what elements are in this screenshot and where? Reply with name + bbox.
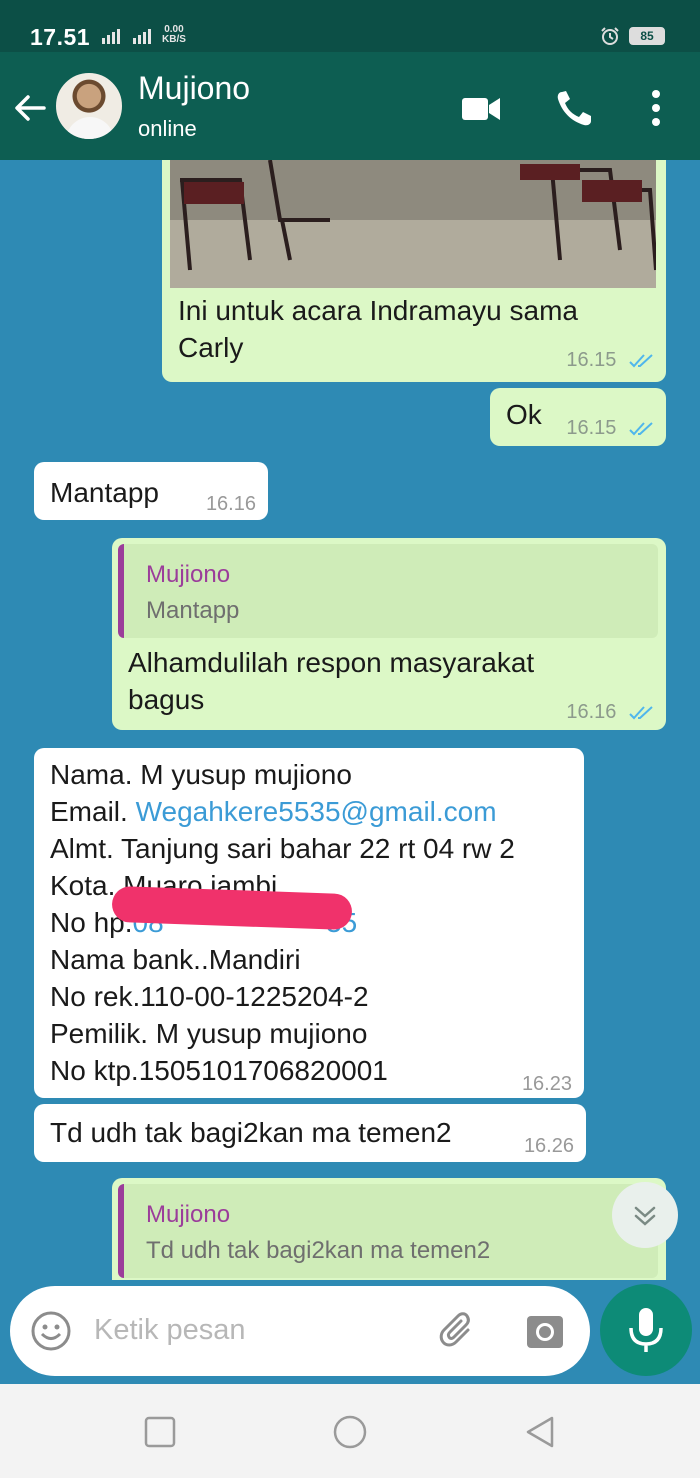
message-bubble-outgoing[interactable]: Ini untuk acara Indramayu sama Carly 16.… — [162, 160, 666, 382]
contact-status: online — [138, 116, 197, 141]
quoted-sender: Mujiono — [146, 1201, 231, 1228]
network-speed: 0.00 KB/S — [162, 25, 186, 45]
quoted-text: Td udh tak bagi2kan ma temen2 — [146, 1237, 491, 1264]
alarm-icon — [601, 27, 619, 45]
message-time: 16.15 — [566, 410, 656, 447]
status-time: 17.51 — [30, 24, 91, 50]
nav-recents-icon[interactable] — [142, 1414, 178, 1450]
mic-icon — [629, 1308, 663, 1352]
message-text: Alhamdulilah respon masyarakat bagus — [128, 647, 535, 715]
message-bubble-incoming[interactable]: Mantapp 16.16 — [34, 462, 268, 520]
quoted-text: Mantapp — [146, 597, 240, 624]
double-check-icon — [629, 421, 653, 436]
detail-line-name: Nama. M yusup mujiono — [50, 759, 352, 790]
detail-line-address: Almt. Tanjung sari bahar 22 rt 04 rw 2 — [50, 833, 515, 864]
quoted-sender: Mujiono — [146, 561, 231, 588]
detail-line-id: No ktp.1505101706820001 — [50, 1055, 388, 1086]
scroll-down-icon — [634, 1206, 656, 1226]
message-input[interactable]: Ketik pesan — [94, 1314, 246, 1347]
attach-icon[interactable] — [438, 1310, 480, 1352]
system-nav-bar — [0, 1384, 700, 1478]
time-text: 16.15 — [566, 417, 617, 439]
message-text: Mantapp — [50, 477, 159, 508]
double-check-icon — [629, 353, 653, 368]
battery-indicator: 85 — [629, 27, 665, 45]
speed-unit: KB/S — [162, 34, 186, 45]
scroll-down-button[interactable] — [612, 1182, 678, 1248]
message-time: 16.23 — [521, 1073, 572, 1095]
detail-line-email: Email. Wegahkere5535@gmail.com — [50, 793, 580, 830]
time-text: 16.15 — [566, 349, 617, 371]
photo-attachment[interactable] — [170, 160, 656, 288]
back-arrow-icon[interactable] — [12, 90, 48, 126]
status-bar: 17.51 0.00 KB/S 85 — [0, 0, 700, 52]
quoted-message[interactable]: Mujiono Td udh tak bagi2kan ma temen2 — [118, 1184, 658, 1278]
video-call-icon[interactable] — [460, 88, 502, 128]
message-time: 16.16 — [205, 493, 256, 515]
contact-name[interactable]: Mujiono — [138, 70, 250, 107]
more-vert-icon[interactable] — [636, 88, 676, 128]
email-link[interactable]: Wegahkere5535@gmail.com — [136, 796, 497, 827]
email-label: Email. — [50, 796, 136, 827]
contact-avatar[interactable] — [55, 72, 123, 140]
detail-line-bank: Nama bank..Mandiri — [50, 944, 301, 975]
message-time: 16.26 — [523, 1135, 574, 1157]
mic-button[interactable] — [600, 1284, 692, 1376]
quoted-message[interactable]: Mujiono Mantapp — [118, 544, 658, 638]
message-bubble-incoming[interactable]: Nama. M yusup mujiono Email. Wegahkere55… — [34, 748, 584, 1098]
double-check-icon — [629, 705, 653, 720]
message-time: 16.16 — [566, 694, 656, 731]
message-bubble-incoming[interactable]: Td udh tak bagi2kan ma temen2 16.26 — [34, 1104, 586, 1162]
message-bubble-outgoing[interactable]: Mujiono Mantapp Alhamdulilah respon masy… — [112, 538, 666, 730]
message-bubble-outgoing[interactable]: Ok 16.15 — [490, 388, 666, 446]
nav-back-icon[interactable] — [522, 1414, 558, 1450]
message-time: 16.15 — [566, 342, 656, 379]
message-text: Td udh tak bagi2kan ma temen2 — [50, 1117, 452, 1148]
chat-area[interactable]: Ini untuk acara Indramayu sama Carly 16.… — [0, 160, 700, 1280]
time-text: 16.16 — [566, 701, 617, 723]
detail-line-account: No rek.110-00-1225204-2 — [50, 981, 369, 1012]
nav-home-icon[interactable] — [332, 1414, 368, 1450]
detail-line-owner: Pemilik. M yusup mujiono — [50, 1018, 368, 1049]
message-bubble-outgoing[interactable]: Mujiono Td udh tak bagi2kan ma temen2 — [112, 1178, 666, 1280]
camera-icon[interactable] — [524, 1310, 566, 1352]
signal-icon — [100, 26, 158, 47]
phone-icon[interactable] — [554, 88, 596, 128]
emoji-icon[interactable] — [30, 1310, 72, 1352]
message-text: Ok — [506, 399, 542, 430]
message-input-bar: Ketik pesan — [10, 1286, 590, 1376]
chat-header: Mujiono online — [0, 52, 700, 160]
